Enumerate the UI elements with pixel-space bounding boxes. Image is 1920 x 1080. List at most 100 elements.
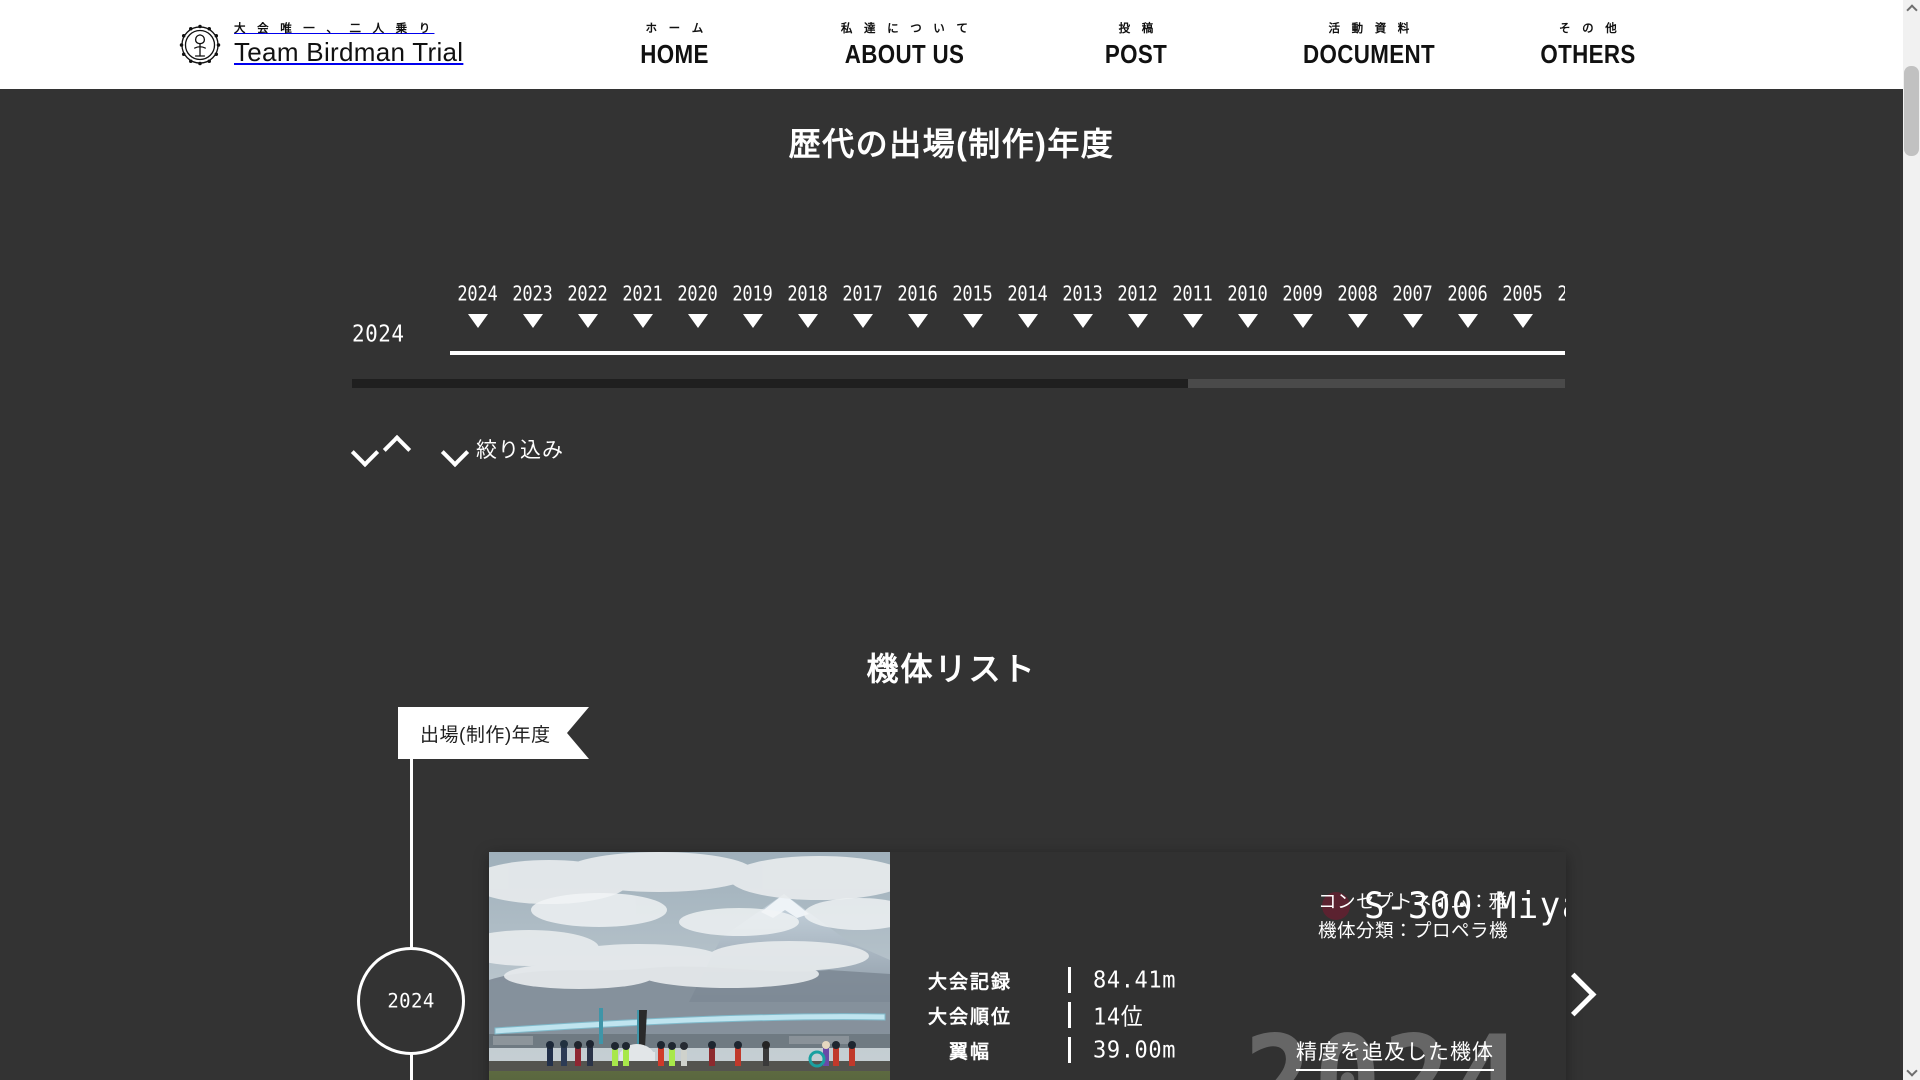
page-scrollbar-thumb[interactable] (1904, 66, 1919, 156)
page-vertical-scrollbar[interactable] (1903, 0, 1920, 1080)
nav-item-about-us-ja: 私 達 に つ い て (840, 22, 973, 35)
timeline-marker-icon (1127, 314, 1148, 328)
timeline-year-2008[interactable]: 2008 (1330, 284, 1385, 328)
timeline-marker-icon (632, 314, 653, 328)
aircraft-tagline: 精度を追及した機体 (1296, 1036, 1494, 1071)
timeline-year-2012[interactable]: 2012 (1110, 284, 1165, 328)
spec-row: 大会順位 14位 (894, 998, 1176, 1032)
aircraft-concept-name: コンセプトネイム：雅 (1317, 891, 1508, 912)
spec-value-rank: 14位 (1093, 1004, 1144, 1031)
timeline-year-2004[interactable]: 2004 (1550, 284, 1565, 328)
timeline-horizontal-scrollbar[interactable] (352, 379, 1565, 388)
timeline-year-2010[interactable]: 2010 (1220, 284, 1275, 328)
aircraft-class: 機体分類：プロペラ機 (1317, 919, 1508, 941)
timeline-marker-icon (1512, 314, 1533, 328)
year-flag-banner: 出場(制作)年度 (398, 707, 589, 759)
sort-toggle[interactable] (350, 436, 412, 462)
timeline-year-2007[interactable]: 2007 (1385, 284, 1440, 328)
timeline-year-2018[interactable]: 2018 (780, 284, 835, 328)
page-title: 歴代の出場(制作)年度 (788, 126, 1115, 162)
nav-item-document-en: DOCUMENT (1303, 38, 1435, 69)
timeline-current-year: 2024 (352, 321, 405, 347)
timeline-year-2014[interactable]: 2014 (1000, 284, 1055, 328)
chevron-down-icon[interactable] (350, 436, 380, 462)
spec-divider (1068, 967, 1071, 993)
timeline-marker-icon (1402, 314, 1423, 328)
spec-divider (1068, 1002, 1071, 1028)
aircraft-photo (489, 852, 890, 1080)
timeline-marker-icon (1292, 314, 1313, 328)
scroll-down-arrow-icon[interactable] (1903, 1063, 1920, 1080)
list-section-title: 機体リスト (866, 651, 1037, 687)
filter-dropdown[interactable]: 絞り込み (440, 434, 564, 464)
spec-value-wingspan: 39.00m (1093, 1036, 1177, 1064)
year-flag-label: 出場(制作)年度 (398, 707, 567, 759)
main-navigation: ホ ー ム HOME 私 達 に つ い て ABOUT US 投 稿 POST… (562, 20, 1688, 70)
spec-row: 翼幅 39.00m (894, 1033, 1176, 1067)
spec-key-record: 大会記録 (927, 971, 1012, 993)
timeline-baseline (450, 351, 1565, 355)
chevron-right-icon[interactable] (1557, 969, 1591, 1025)
scroll-up-arrow-icon[interactable] (1903, 0, 1920, 17)
year-flag-notch (566, 707, 589, 759)
nav-item-post[interactable]: 投 稿 POST (1022, 20, 1250, 70)
nav-item-about-us-en: ABOUT US (844, 38, 965, 69)
timeline-year-2024[interactable]: 2024 (450, 284, 505, 328)
timeline-year-2020[interactable]: 2020 (670, 284, 725, 328)
nav-item-post-ja: 投 稿 (1118, 22, 1158, 35)
aircraft-info: S-300 Miyabi コンセプトネイム：雅 機体分類：プロペラ機 大会記録 … (890, 852, 1566, 1080)
chevron-down-icon[interactable] (440, 436, 470, 462)
timeline-marker-icon (1182, 314, 1203, 328)
timeline-marker-icon (577, 314, 598, 328)
timeline-marker-icon (522, 314, 543, 328)
timeline-year-2006[interactable]: 2006 (1440, 284, 1495, 328)
spec-key-wingspan: 翼幅 (948, 1041, 991, 1063)
timeline-year-2022[interactable]: 2022 (560, 284, 615, 328)
brand-tagline: 大 会 唯 一 、 二 人 乗 り (234, 23, 435, 36)
chevron-up-icon[interactable] (382, 436, 412, 462)
timeline-track[interactable]: 2024 2023 2022 2021 2020 2019 2018 2017 … (450, 284, 1565, 359)
list-controls: 絞り込み (350, 429, 564, 469)
nav-item-others[interactable]: そ の 他 OTHERS (1488, 20, 1688, 70)
timeline-marker-icon (962, 314, 983, 328)
site-header: 大 会 唯 一 、 二 人 乗 り Team Birdman Trial ホ ー… (0, 0, 1920, 89)
timeline-year-2019[interactable]: 2019 (725, 284, 780, 328)
timeline-marker-icon (1237, 314, 1258, 328)
nav-item-others-en: OTHERS (1540, 38, 1636, 69)
timeline-year-2013[interactable]: 2013 (1055, 284, 1110, 328)
year-timeline: 2024 2024 2023 2022 2021 2020 2019 2018 … (352, 284, 1565, 359)
timeline-marker-icon (687, 314, 708, 328)
spec-key-rank: 大会順位 (927, 1006, 1012, 1028)
list-item-year-node[interactable]: 2024 (357, 947, 465, 1055)
timeline-marker-icon (907, 314, 928, 328)
timeline-year-2016[interactable]: 2016 (890, 284, 945, 328)
timeline-year-2023[interactable]: 2023 (505, 284, 560, 328)
nav-item-document-ja: 活 動 資 料 (1328, 22, 1414, 35)
birdman-gear-logo-icon (178, 23, 222, 67)
nav-item-home[interactable]: ホ ー ム HOME (562, 20, 787, 70)
timeline-year-2017[interactable]: 2017 (835, 284, 890, 328)
filter-label: 絞り込み (476, 439, 564, 462)
timeline-marker-icon (1072, 314, 1093, 328)
aircraft-meta: コンセプトネイム：雅 機体分類：プロペラ機 (1318, 888, 1508, 945)
timeline-year-2009[interactable]: 2009 (1275, 284, 1330, 328)
nav-item-document[interactable]: 活 動 資 料 DOCUMENT (1250, 20, 1488, 70)
timeline-marker-icon (467, 314, 488, 328)
brand-logo-link[interactable]: 大 会 唯 一 、 二 人 乗 り Team Birdman Trial (178, 23, 463, 67)
timeline-marker-icon (1347, 314, 1368, 328)
timeline-year-2015[interactable]: 2015 (945, 284, 1000, 328)
timeline-year-2005[interactable]: 2005 (1495, 284, 1550, 328)
timeline-scrollbar-thumb[interactable] (352, 379, 1188, 388)
nav-item-home-ja: ホ ー ム (645, 22, 708, 35)
brand-text: 大 会 唯 一 、 二 人 乗 り Team Birdman Trial (234, 24, 463, 65)
aircraft-spec-table: 大会記録 84.41m 大会順位 14位 翼幅 39.00m (894, 963, 1176, 1067)
spec-row: 大会記録 84.41m (894, 963, 1176, 997)
nav-item-others-ja: そ の 他 (1559, 22, 1621, 35)
spec-value-record: 84.41m (1093, 966, 1177, 994)
aircraft-card[interactable]: S-300 Miyabi コンセプトネイム：雅 機体分類：プロペラ機 大会記録 … (489, 852, 1566, 1080)
timeline-marker-icon (742, 314, 763, 328)
timeline-year-2011[interactable]: 2011 (1165, 284, 1220, 328)
timeline-marker-icon (1017, 314, 1038, 328)
nav-item-about-us[interactable]: 私 達 に つ い て ABOUT US (787, 20, 1022, 70)
timeline-year-2021[interactable]: 2021 (615, 284, 670, 328)
